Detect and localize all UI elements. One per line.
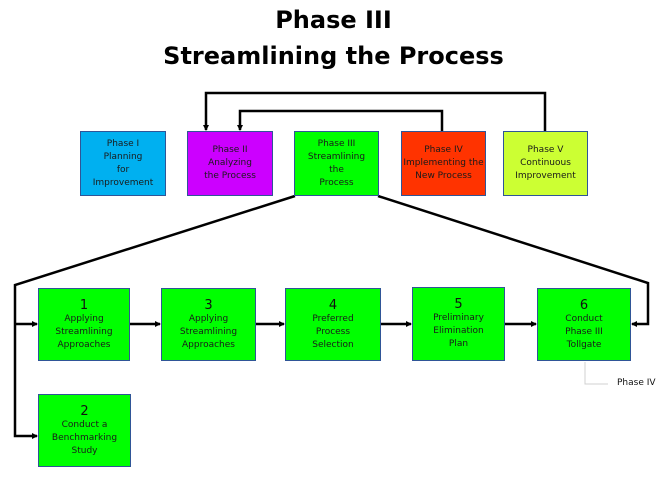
phase-box-text-line: Phase II — [212, 145, 248, 155]
step-number: 6 — [579, 297, 589, 313]
step-number: 5 — [454, 297, 463, 312]
step-text-line: Plan — [448, 339, 469, 349]
phase-box-text-line: Improvement — [515, 171, 576, 181]
step-number: 2 — [80, 403, 89, 419]
step-text-line: Streamlining — [179, 326, 238, 337]
step-2-box[interactable]: 2 Conduct a Benchmarking Study — [38, 394, 131, 467]
step-number: 1 — [79, 297, 89, 313]
phase-1-box[interactable]: Phase I Planning for Improvement — [80, 131, 166, 196]
phase-5-box[interactable]: Phase V Continuous Improvement — [503, 131, 588, 196]
phase-2-box[interactable]: Phase II Analyzing the Process — [187, 131, 273, 196]
step-text-line: Process — [315, 326, 351, 337]
step-6-box[interactable]: 6 Conduct Phase III Tollgate — [537, 288, 631, 361]
phase-box-text-line: the — [329, 164, 344, 175]
step-text-line: Streamlining — [55, 326, 113, 337]
phase-box-text-line: Phase I — [106, 138, 140, 149]
phase-3-box[interactable]: Phase III Streamlining the Process — [294, 131, 379, 196]
phase-box-text-line: the Process — [204, 171, 256, 181]
step-text-line: Conduct a — [61, 419, 108, 430]
phase-box-text-line: Phase V — [527, 145, 564, 155]
step-4-box[interactable]: 4 Preferred Process Selection — [285, 288, 381, 361]
to-next-phase-line — [584, 362, 608, 385]
step-text-line: Preliminary — [433, 313, 484, 323]
phase-box-text-line: Process — [319, 177, 354, 188]
phase-box-text-line: Streamlining — [307, 151, 366, 162]
step-text-line: Tollgate — [566, 339, 602, 350]
step-text-line: Preferred — [312, 313, 354, 324]
loop-phase4-to-phase2 — [237, 109, 444, 131]
step-text-line: Applying — [188, 313, 229, 324]
phase-box-text-line: Analyzing — [208, 158, 252, 168]
step-text-line: Approaches — [182, 339, 235, 350]
phase-box-text-line: Phase IV — [424, 145, 463, 155]
phase-box-text-line: Improvement — [92, 177, 154, 188]
step-text-line: Conduct — [565, 313, 603, 324]
phase-box-text-line: Phase III — [317, 138, 356, 149]
next-phase-label: Phase IV — [617, 378, 656, 388]
phase-4-box[interactable]: Phase IV Implementing the New Process — [401, 131, 486, 196]
step-text-line: Phase III — [565, 326, 603, 337]
step-1-box[interactable]: 1 Applying Streamlining Approaches — [38, 288, 130, 361]
phase-box-text-line: Implementing the — [403, 158, 484, 168]
step-number: 3 — [204, 297, 213, 313]
step-text-line: Elimination — [433, 326, 484, 336]
phase-box-text-line: New Process — [415, 171, 472, 181]
step-text-line: Benchmarking — [51, 432, 118, 443]
phase-box-text-line: Planning — [103, 151, 143, 162]
step-text-line: Applying — [64, 313, 104, 324]
step-3-box[interactable]: 3 Applying Streamlining Approaches — [161, 288, 256, 361]
phase-box-text-line: Continuous — [520, 158, 571, 168]
step-text-line: Study — [71, 445, 98, 456]
phase-box-text-line: for — [116, 164, 130, 175]
step-5-box[interactable]: 5 Preliminary Elimination Plan — [412, 287, 505, 361]
step-text-line: Selection — [312, 339, 354, 350]
step-text-line: Approaches — [57, 339, 111, 350]
step-number: 4 — [328, 297, 338, 313]
